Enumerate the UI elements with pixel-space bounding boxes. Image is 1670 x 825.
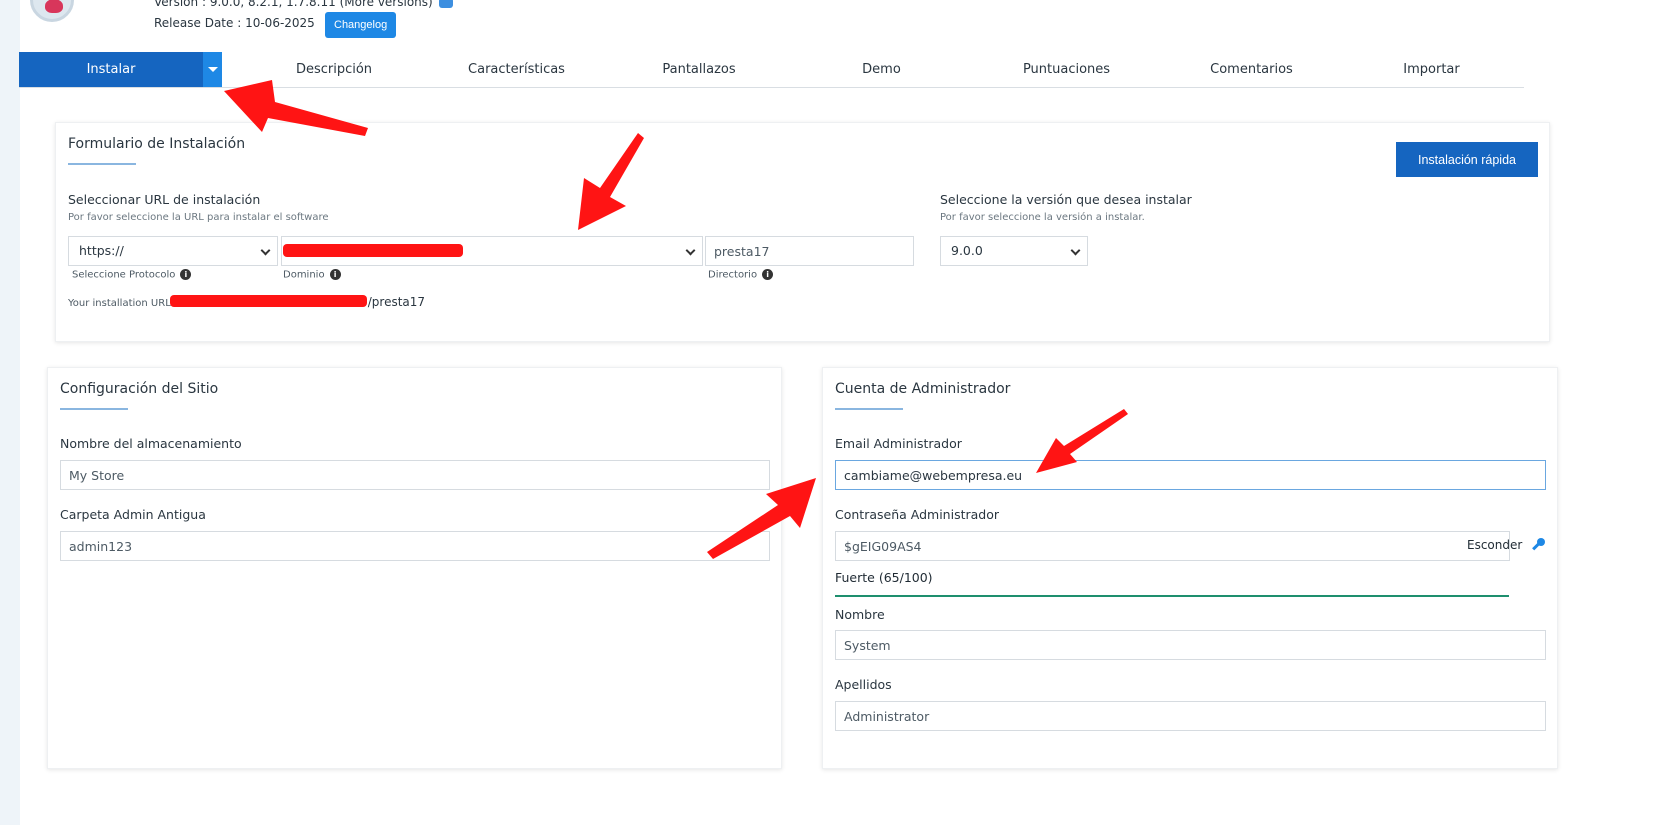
admin-folder-label: Carpeta Admin Antigua — [60, 507, 206, 522]
tab-instalar[interactable]: Instalar — [19, 52, 203, 87]
info-icon[interactable]: i — [180, 269, 192, 280]
release-label: Release Date : — [154, 16, 242, 30]
install-dropdown-caret[interactable] — [203, 52, 222, 87]
version-select[interactable]: 9.0.0 — [940, 236, 1088, 266]
chevron-down-icon — [685, 245, 696, 256]
domain-label: Dominio i — [283, 269, 341, 281]
protocol-label: Seleccione Protocolo i — [72, 269, 192, 281]
admin-password-input[interactable] — [835, 531, 1510, 561]
admin-account-title: Cuenta de Administrador — [835, 381, 1011, 397]
first-name-label: Nombre — [835, 607, 885, 622]
tab-importar[interactable]: Importar — [1389, 52, 1474, 87]
tab-descripcion[interactable]: Descripción — [269, 52, 399, 87]
admin-email-label: Email Administrador — [835, 436, 962, 451]
store-name-input[interactable] — [60, 460, 770, 490]
admin-password-label: Contraseña Administrador — [835, 507, 1000, 522]
chevron-down-icon — [1070, 245, 1081, 256]
tab-demo[interactable]: Demo — [839, 52, 924, 87]
release-value: 10-06-2025 — [245, 16, 315, 30]
title-underline — [835, 408, 903, 410]
admin-folder-input[interactable] — [60, 531, 770, 561]
version-label: Version : — [154, 0, 206, 9]
version-select-hint: Por favor seleccione la versión a instal… — [940, 212, 1145, 223]
quick-install-button[interactable]: Instalación rápida — [1396, 142, 1538, 177]
url-suffix: /presta17 — [367, 295, 426, 309]
tab-puntuaciones[interactable]: Puntuaciones — [1004, 52, 1129, 87]
hide-password-toggle[interactable]: Esconder — [1467, 538, 1522, 552]
tab-pantallazos[interactable]: Pantallazos — [634, 52, 764, 87]
version-value[interactable]: 9.0.0, 8.2.1, 1.7.8.11 (More versions) — [210, 0, 433, 9]
site-config-title: Configuración del Sitio — [60, 381, 219, 397]
changelog-button[interactable]: Changelog — [325, 12, 397, 38]
version-line: Version : 9.0.0, 8.2.1, 1.7.8.11 (More v… — [154, 0, 453, 9]
version-select-title: Seleccione la versión que desea instalar — [940, 192, 1192, 207]
install-url-title: Seleccionar URL de instalación — [68, 192, 261, 207]
last-name-label: Apellidos — [835, 677, 892, 692]
version-select-value: 9.0.0 — [951, 243, 983, 258]
release-line: Release Date : 10-06-2025 — [154, 16, 315, 30]
protocol-value: https:// — [79, 243, 124, 258]
install-form-card — [55, 122, 1550, 342]
tab-bar: Instalar Descripción Características Pan… — [19, 52, 1524, 88]
chat-icon[interactable] — [438, 0, 453, 8]
redaction-mark — [170, 295, 367, 307]
first-name-input[interactable] — [835, 630, 1546, 660]
directory-input[interactable] — [705, 236, 914, 266]
password-strength-bar — [835, 595, 1509, 597]
info-icon[interactable]: i — [762, 269, 774, 280]
title-underline — [60, 408, 128, 410]
site-config-card — [47, 367, 782, 769]
protocol-select[interactable]: https:// — [68, 236, 278, 266]
url-prefix: Your installation URL — [68, 298, 171, 309]
password-strength: Fuerte (65/100) — [835, 570, 933, 585]
redaction-mark — [283, 244, 463, 257]
tab-comentarios[interactable]: Comentarios — [1189, 52, 1314, 87]
store-name-label: Nombre del almacenamiento — [60, 436, 242, 451]
admin-email-input[interactable] — [835, 460, 1546, 490]
tab-caracteristicas[interactable]: Características — [449, 52, 584, 87]
key-icon[interactable] — [1530, 537, 1546, 553]
chevron-down-icon — [260, 245, 271, 256]
info-icon[interactable]: i — [329, 269, 341, 280]
install-form-title: Formulario de Instalación — [68, 136, 246, 152]
title-underline — [68, 163, 136, 165]
directory-label: Directorio i — [708, 269, 774, 281]
install-url-hint: Por favor seleccione la URL para instala… — [68, 212, 329, 223]
bird-icon — [45, 0, 63, 13]
last-name-input[interactable] — [835, 701, 1546, 731]
